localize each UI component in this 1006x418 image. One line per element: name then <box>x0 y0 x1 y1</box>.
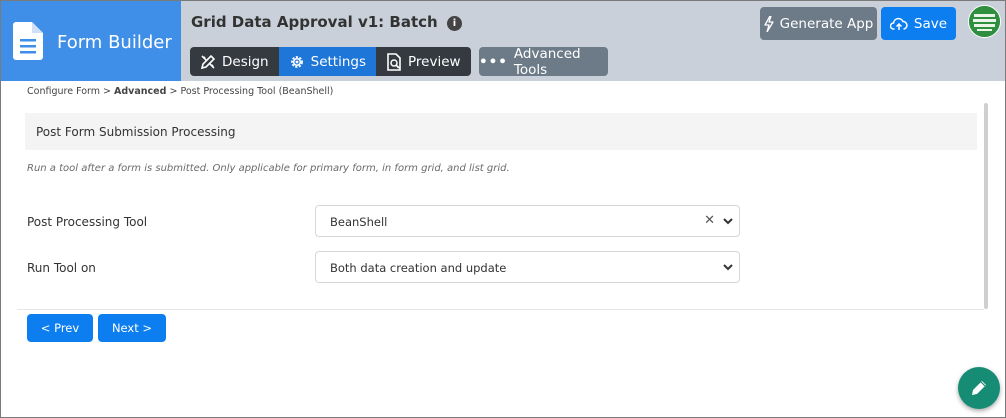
cloud-upload-icon <box>889 17 908 30</box>
panel-header: Post Form Submission Processing <box>25 113 977 150</box>
settings-panel: Post Form Submission Processing Run a to… <box>17 103 984 310</box>
chevron-down-icon <box>723 218 733 225</box>
save-button[interactable]: Save <box>881 7 956 40</box>
brand-label: Form Builder <box>57 32 172 53</box>
run-tool-on-select[interactable]: Both data creation and update <box>315 251 740 283</box>
info-icon[interactable]: i <box>446 16 462 31</box>
brand[interactable]: Form Builder <box>1 1 181 81</box>
breadcrumb-separator: > <box>103 86 111 97</box>
save-label: Save <box>913 15 948 32</box>
more-icon: ••• <box>479 53 508 70</box>
advanced-tools-label: Advanced Tools <box>513 45 581 78</box>
post-processing-tool-label: Post Processing Tool <box>27 215 148 229</box>
chevron-down-icon <box>723 264 733 271</box>
post-processing-tool-value: BeanShell <box>330 215 388 229</box>
page-title: Grid Data Approval v1: Batch i <box>191 13 462 31</box>
form-title: Grid Data Approval v1: Batch <box>191 13 438 31</box>
tab-settings[interactable]: Settings <box>278 47 376 76</box>
app-frame: Form Builder Grid Data Approval v1: Batc… <box>0 0 1006 418</box>
run-tool-on-label: Run Tool on <box>27 261 96 275</box>
document-icon <box>13 22 43 60</box>
tab-preview[interactable]: Preview <box>376 47 471 76</box>
breadcrumb-configure-form[interactable]: Configure Form <box>27 86 100 97</box>
generate-app-label: Generate App <box>779 15 874 32</box>
breadcrumb-current: Post Processing Tool (BeanShell) <box>180 86 334 97</box>
clear-icon[interactable]: ✕ <box>704 213 715 228</box>
tab-design-label: Design <box>222 53 269 70</box>
tab-preview-label: Preview <box>408 53 461 70</box>
gear-icon <box>290 55 303 68</box>
panel-description: Run a tool after a form is submitted. On… <box>27 163 510 174</box>
breadcrumb-separator: > <box>169 86 178 97</box>
panel-heading: Post Form Submission Processing <box>36 125 236 139</box>
tab-design[interactable]: Design <box>190 47 279 76</box>
prev-button[interactable]: < Prev <box>27 314 93 342</box>
preview-icon <box>387 52 401 71</box>
avatar[interactable] <box>968 5 1001 38</box>
edit-fab-button[interactable] <box>958 367 1000 409</box>
panel-scrollbar[interactable] <box>984 103 988 309</box>
breadcrumb: Configure Form > Advanced > Post Process… <box>27 86 333 97</box>
top-header: Form Builder Grid Data Approval v1: Batc… <box>1 1 1005 81</box>
generate-app-button[interactable]: Generate App <box>760 7 877 40</box>
post-processing-tool-select[interactable]: BeanShell ✕ <box>315 205 740 237</box>
next-button[interactable]: Next > <box>98 314 166 342</box>
tab-settings-label: Settings <box>310 53 366 70</box>
run-tool-on-value: Both data creation and update <box>330 261 507 275</box>
user-avatar-icon <box>969 6 1000 37</box>
breadcrumb-advanced[interactable]: Advanced <box>114 86 166 97</box>
pencil-icon <box>972 381 986 395</box>
pencil-ruler-icon <box>200 54 216 69</box>
bolt-icon <box>763 15 774 32</box>
advanced-tools-button[interactable]: ••• Advanced Tools <box>479 45 608 78</box>
mode-tabs: Design Settings Preview <box>190 47 471 76</box>
